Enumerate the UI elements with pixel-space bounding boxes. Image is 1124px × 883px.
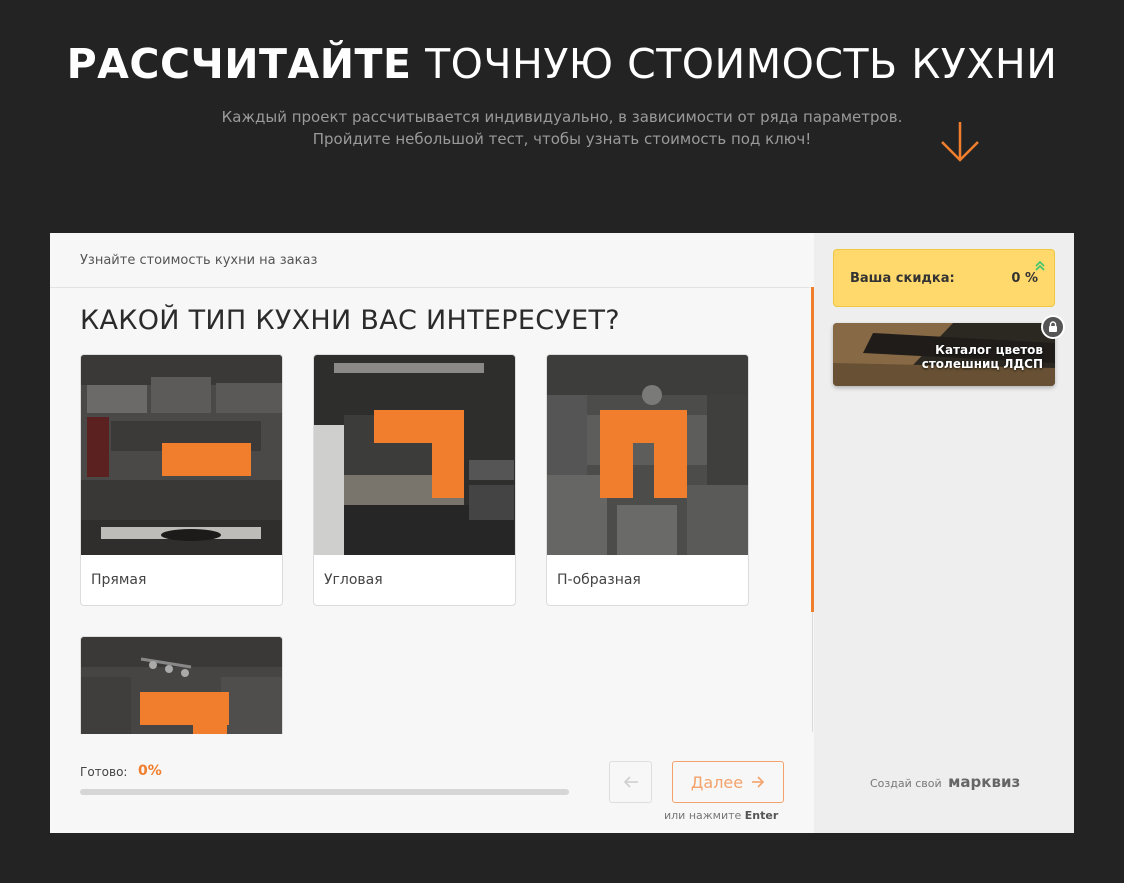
question-title: КАКОЙ ТИП КУХНИ ВАС ИНТЕРЕСУЕТ? xyxy=(80,305,620,336)
enter-hint: или нажмите Enter xyxy=(664,809,778,822)
option-image-corner xyxy=(314,355,515,555)
discount-box: Ваша скидка: 0 % xyxy=(833,249,1055,307)
powered-brand: марквиз xyxy=(948,773,1021,791)
catalog-bonus-card[interactable]: Каталог цветов столешниц ЛДСП xyxy=(833,323,1055,386)
enter-hint-key: Enter xyxy=(744,809,779,822)
arrow-left-icon xyxy=(623,776,638,788)
breadcrumb: Узнайте стоимость кухни на заказ xyxy=(80,253,318,268)
catalog-title: Каталог цветов столешниц ЛДСП xyxy=(922,343,1043,371)
next-button[interactable]: Далее xyxy=(672,761,784,803)
arrow-down-icon xyxy=(941,122,979,162)
catalog-title-line1: Каталог цветов xyxy=(935,343,1043,357)
progress-bar xyxy=(80,789,569,795)
chevron-up-icon xyxy=(1035,260,1045,271)
next-button-label: Далее xyxy=(690,772,744,792)
option-card-corner[interactable]: Угловая xyxy=(313,354,516,606)
enter-hint-prefix: или нажмите xyxy=(664,809,742,822)
option-label: П-образная xyxy=(557,572,641,588)
discount-value: 0 % xyxy=(1011,271,1038,286)
option-image-u-shaped xyxy=(547,355,748,555)
option-card-u-shaped[interactable]: П-образная xyxy=(546,354,749,606)
progress-label: Готово: xyxy=(80,765,128,779)
option-image-island xyxy=(81,637,282,734)
header-divider xyxy=(50,287,810,288)
hero-title: РАССЧИТАЙТЕ ТОЧНУЮ СТОИМОСТЬ КУХНИ xyxy=(0,40,1124,88)
scrollbar-track[interactable] xyxy=(812,612,813,732)
quiz-widget: Узнайте стоимость кухни на заказ КАКОЙ Т… xyxy=(50,233,1074,833)
arrow-right-icon xyxy=(751,773,765,792)
quiz-main: Узнайте стоимость кухни на заказ КАКОЙ Т… xyxy=(50,233,814,833)
powered-by-link[interactable]: Создай свой марквиз xyxy=(870,773,1020,791)
hero-title-rest: ТОЧНУЮ СТОИМОСТЬ КУХНИ xyxy=(425,40,1058,88)
lock-icon xyxy=(1041,315,1065,339)
progress-value: 0% xyxy=(138,763,162,779)
option-card-straight[interactable]: Прямая xyxy=(80,354,283,606)
option-label: Угловая xyxy=(324,572,383,588)
back-button[interactable] xyxy=(609,761,652,803)
option-image-straight xyxy=(81,355,282,555)
options-grid: Прямая Угловая П-образная xyxy=(80,354,780,734)
discount-label: Ваша скидка: xyxy=(850,271,955,286)
hero-title-bold: РАССЧИТАЙТЕ xyxy=(66,40,412,88)
option-card-island[interactable] xyxy=(80,636,283,734)
option-label: Прямая xyxy=(91,572,147,588)
quiz-sidebar: Ваша скидка: 0 % Каталог цветов столешни… xyxy=(814,233,1074,833)
powered-prefix: Создай свой xyxy=(870,777,942,790)
catalog-title-line2: столешниц ЛДСП xyxy=(921,357,1043,371)
